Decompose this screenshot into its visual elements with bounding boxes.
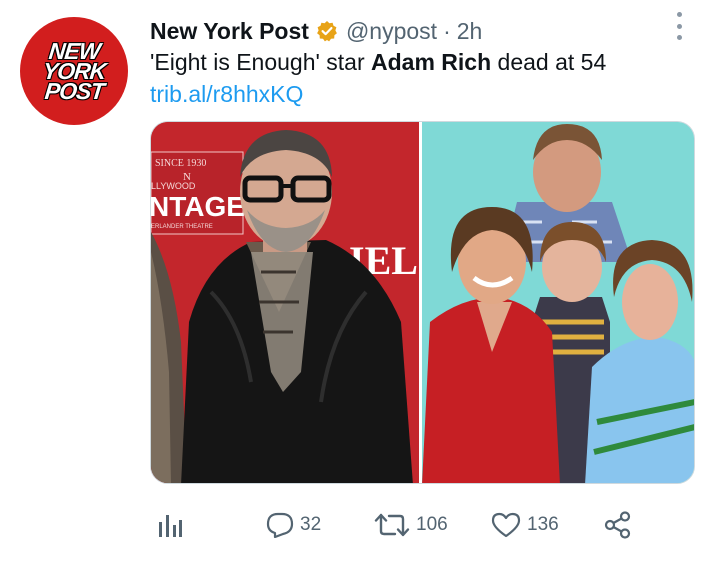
more-options-icon[interactable]: [672, 12, 686, 40]
reply-button[interactable]: 32: [266, 500, 321, 550]
retweet-icon: [374, 513, 410, 537]
author-handle[interactable]: @nypost: [346, 18, 437, 45]
reply-icon: [266, 512, 294, 538]
sign-text-4: NTAGE: [151, 191, 245, 222]
avatar[interactable]: NEW YORK POST: [20, 17, 128, 125]
tweet-link[interactable]: trib.al/r8hhxKQ: [150, 80, 303, 108]
retweet-button[interactable]: 106: [374, 500, 448, 550]
tweet-text-part-1: 'Eight is Enough' star: [150, 49, 372, 75]
avatar-logo-line-3: POST: [43, 78, 105, 104]
tweet-timestamp[interactable]: 2h: [457, 18, 483, 45]
analytics-button[interactable]: [158, 500, 182, 550]
tweet-header: New York Post @nypost · 2h: [150, 14, 482, 48]
like-count: 136: [527, 514, 559, 535]
heart-icon: [491, 512, 521, 538]
media-photo-left[interactable]: SINCE 1930 N LLYWOOD NTAGE ERLANDER THEA…: [151, 122, 420, 483]
share-button[interactable]: [604, 500, 632, 550]
tweet-text-bold: Adam Rich: [371, 49, 492, 75]
retweet-count: 106: [416, 514, 448, 535]
tweet-text: 'Eight is Enough' star Adam Rich dead at…: [150, 48, 606, 76]
analytics-icon: [159, 515, 182, 537]
person-photo-portrait: SINCE 1930 N LLYWOOD NTAGE ERLANDER THEA…: [151, 122, 420, 483]
author-name[interactable]: New York Post: [150, 18, 309, 45]
sign-text-3: LLYWOOD: [151, 181, 196, 191]
like-button[interactable]: 136: [491, 500, 559, 550]
tweet-media[interactable]: SINCE 1930 N LLYWOOD NTAGE ERLANDER THEA…: [150, 121, 695, 484]
separator-dot: ·: [443, 17, 451, 44]
tweet-text-part-2: dead at 54: [491, 49, 607, 75]
share-icon: [604, 511, 631, 539]
media-photo-right[interactable]: [422, 122, 694, 483]
group-photo-cast: [422, 122, 694, 483]
sign-text-5: ERLANDER THEATRE: [151, 224, 213, 230]
reply-count: 32: [300, 514, 322, 535]
sign-text-1: SINCE 1930: [155, 158, 206, 169]
tweet-actions: 32 106 136: [150, 500, 695, 550]
verified-badge-icon: [316, 20, 338, 42]
